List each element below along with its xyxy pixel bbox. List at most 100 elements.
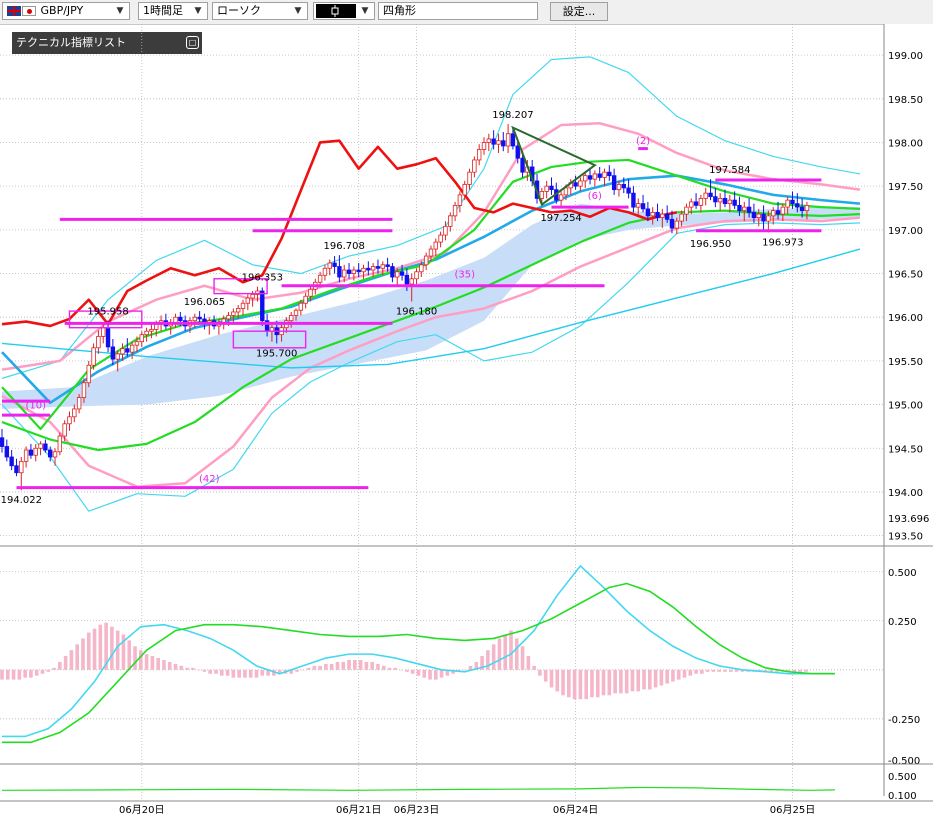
- macd-histogram-bar: [636, 669, 641, 692]
- price-annotation-label: 196.708: [324, 241, 365, 252]
- settings-button[interactable]: 設定...: [550, 2, 608, 21]
- macd-histogram-bar: [318, 665, 322, 670]
- macd-histogram-bar: [509, 630, 513, 670]
- macd-histogram-bar: [381, 665, 386, 670]
- candle-body: [192, 316, 197, 322]
- macd-histogram-bar: [723, 669, 727, 672]
- candle-body: [375, 266, 381, 269]
- macd-histogram-bar: [75, 644, 79, 670]
- macd-histogram-bar: [711, 669, 716, 672]
- macd-histogram-bar: [329, 663, 334, 670]
- candle-body: [129, 344, 135, 353]
- macd-histogram-bar: [526, 656, 531, 670]
- count-annotation-label: (10): [25, 401, 46, 412]
- macd-histogram-bar: [648, 669, 652, 690]
- macd-histogram-bar: [613, 669, 617, 694]
- candle-body: [390, 266, 395, 278]
- candle-body: [423, 255, 429, 266]
- macd-histogram-bar: [243, 669, 247, 678]
- candle-body: [510, 133, 516, 147]
- chevron-down-icon[interactable]: ▼: [191, 4, 205, 18]
- candle-body: [679, 213, 684, 222]
- macd-histogram-bar: [295, 669, 299, 672]
- macd-histogram-bar: [370, 661, 374, 670]
- macd-histogram-bar: [549, 669, 554, 688]
- drawing-tool-select[interactable]: ▼: [313, 2, 375, 20]
- candle-body: [298, 302, 304, 311]
- macd-histogram-bar: [219, 669, 224, 676]
- macd-histogram-bar: [52, 667, 56, 670]
- macd-histogram-bar: [58, 661, 62, 670]
- candle-body: [57, 435, 63, 453]
- date-label: 06月25日: [770, 804, 815, 816]
- price-tick-label: 198.50: [888, 95, 923, 106]
- candle-body: [549, 185, 554, 191]
- macd-histogram-bar: [399, 669, 403, 671]
- candle-body: [505, 133, 511, 147]
- price-tick-label: 194.50: [888, 444, 923, 455]
- candle-body: [587, 175, 593, 180]
- candle-body: [231, 311, 236, 316]
- candle-body: [317, 274, 323, 283]
- lower-indicator-line: [1, 786, 835, 791]
- candle-body: [81, 382, 87, 398]
- chevron-down-icon[interactable]: ▼: [358, 4, 372, 18]
- macd-histogram-bar: [144, 654, 149, 670]
- candle-body: [235, 308, 241, 313]
- candle-body: [751, 211, 757, 219]
- macd-histogram-bar: [387, 667, 392, 670]
- macd-histogram-bar: [248, 669, 253, 678]
- candle-body: [539, 190, 545, 199]
- count-annotation-label: (6): [588, 191, 602, 202]
- candle-body: [337, 266, 342, 278]
- price-annotation-label: 196.950: [690, 239, 731, 250]
- timeframe-select[interactable]: 1時間足 ▼: [138, 2, 208, 20]
- candle-body: [713, 196, 718, 203]
- candle-body: [250, 294, 255, 299]
- macd-histogram-bar: [590, 669, 594, 698]
- candle-body: [674, 220, 679, 229]
- symbol-label: GBP/JPY: [40, 4, 84, 17]
- chevron-down-icon[interactable]: ▼: [113, 4, 127, 18]
- drawing-tool-swatch: [316, 4, 356, 18]
- candle-body: [544, 185, 549, 192]
- macd-histogram-bar: [335, 661, 340, 670]
- candle-body: [67, 416, 72, 425]
- price-tick-label: 196.50: [888, 270, 923, 281]
- macd-histogram-bar: [225, 669, 230, 676]
- drawing-shape-field[interactable]: 四角形: [378, 2, 538, 20]
- symbol-select[interactable]: GBP/JPY ▼: [2, 2, 130, 20]
- candle-body: [14, 465, 19, 474]
- macd-histogram-bar: [595, 669, 600, 698]
- chevron-down-icon[interactable]: ▼: [291, 4, 305, 18]
- macd-histogram-bar: [671, 669, 675, 682]
- candle-body: [105, 327, 111, 348]
- macd-histogram-bar: [115, 630, 120, 670]
- macd-histogram-bar: [324, 663, 328, 670]
- current-price-label: 193.696: [888, 514, 929, 525]
- candle-body: [28, 449, 34, 456]
- price-annotation-label: 196.353: [242, 273, 283, 284]
- macd-histogram-bar: [40, 669, 45, 674]
- price-tick-label: 195.50: [888, 357, 923, 368]
- candle-icon: [331, 5, 339, 17]
- candle-body: [472, 159, 477, 173]
- macd-histogram-bar: [69, 650, 74, 670]
- macd-histogram-bar: [46, 669, 51, 672]
- macd-histogram-bar: [150, 656, 155, 670]
- macd-histogram-bar: [624, 669, 629, 694]
- candle-body: [698, 197, 704, 206]
- macd-histogram-bar: [728, 669, 733, 672]
- candle-body: [737, 204, 742, 212]
- macd-histogram-bar: [434, 669, 438, 680]
- macd-histogram-bar: [92, 628, 97, 670]
- chart-area[interactable]: 199.00 198.50 198.00 197.50 197.00 196.50 196.…: [0, 24, 933, 820]
- candle-body: [785, 199, 790, 208]
- candle-body: [149, 329, 154, 332]
- candle-body: [452, 204, 458, 217]
- chart-type-select[interactable]: ローソク ▼: [212, 2, 308, 20]
- price-tick-label: 195.00: [888, 401, 923, 412]
- macd-histogram-bar: [300, 669, 305, 671]
- macd-histogram-bar: [364, 661, 369, 670]
- macd-histogram-bar: [439, 669, 444, 678]
